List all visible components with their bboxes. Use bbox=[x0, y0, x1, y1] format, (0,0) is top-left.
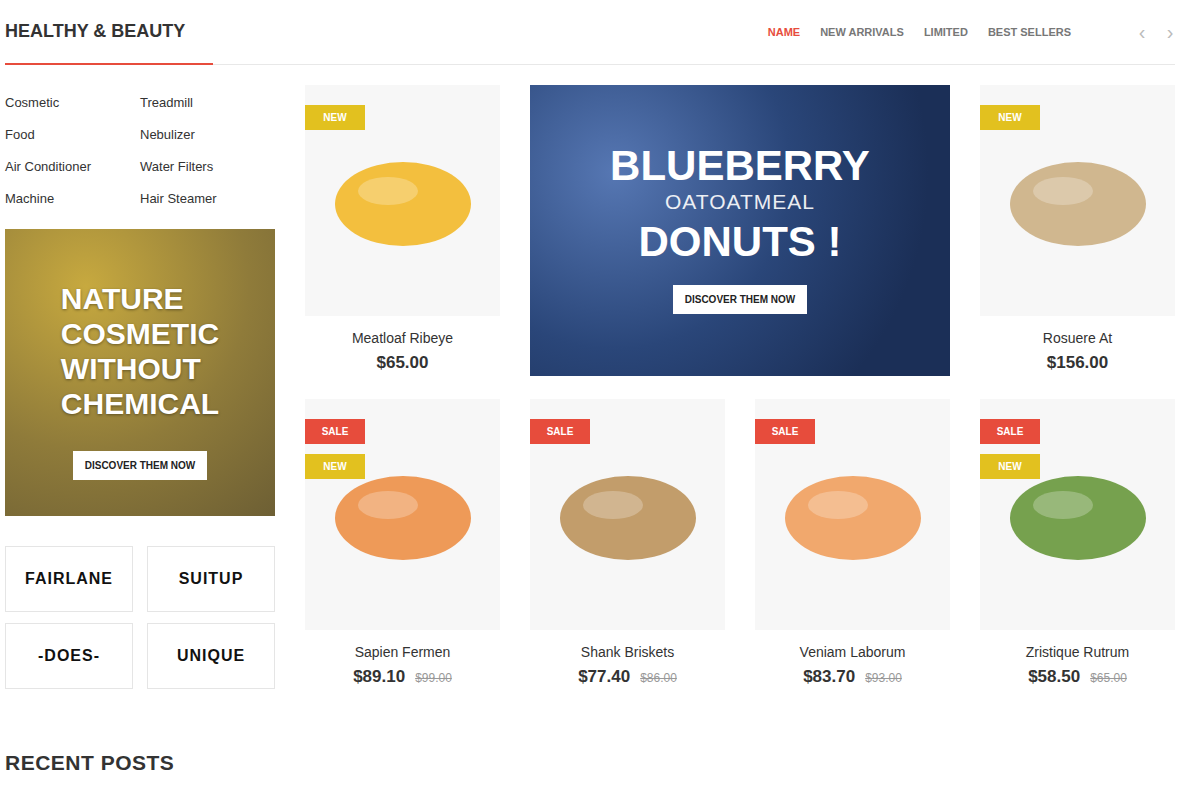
feature-banner[interactable]: BLUEBERRY OATOATMEAL DONUTS ! DISCOVER T… bbox=[530, 85, 950, 376]
category-item[interactable]: Hair Steamer bbox=[140, 189, 275, 209]
product-image[interactable]: SALE NEW bbox=[305, 399, 500, 630]
product-name[interactable]: Rosuere At bbox=[1043, 328, 1112, 348]
product-image[interactable]: SALE bbox=[755, 399, 950, 630]
product-badge: NEW bbox=[305, 105, 365, 130]
product-image[interactable]: SALE NEW bbox=[980, 399, 1175, 630]
product-photo-icon bbox=[328, 146, 478, 256]
category-item[interactable]: Nebulizer bbox=[140, 125, 275, 145]
product-badge: SALE bbox=[530, 419, 590, 444]
discover-button[interactable]: DISCOVER THEM NOW bbox=[73, 451, 208, 480]
category-item[interactable]: Treadmill bbox=[140, 93, 275, 113]
product-old-price: $86.00 bbox=[640, 667, 677, 689]
product-price: $83.70 bbox=[803, 666, 855, 688]
product-price: $77.40 bbox=[578, 666, 630, 688]
brand-logo[interactable]: SUITUP bbox=[147, 546, 275, 612]
section-title: HEALTHY & BEAUTY bbox=[5, 0, 213, 65]
product-photo-icon bbox=[778, 460, 928, 570]
product-image[interactable]: SALE bbox=[530, 399, 725, 630]
product-badge: NEW bbox=[980, 454, 1040, 479]
recent-posts-title: RECENT POSTS bbox=[5, 751, 1175, 775]
product-price: $65.00 bbox=[377, 352, 429, 374]
tab[interactable]: NEW ARRIVALS bbox=[820, 26, 904, 38]
prev-arrow-icon[interactable]: ‹ bbox=[1137, 22, 1147, 42]
product-card[interactable]: SALE NEW Sapien Fermen $89.10 $99.00 bbox=[305, 399, 500, 689]
product-photo-icon bbox=[1003, 146, 1153, 256]
discover-button[interactable]: DISCOVER THEM NOW bbox=[673, 285, 808, 314]
product-name[interactable]: Shank Briskets bbox=[581, 642, 674, 662]
product-name[interactable]: Sapien Fermen bbox=[355, 642, 451, 662]
product-old-price: $99.00 bbox=[415, 667, 452, 689]
page: HEALTHY & BEAUTY NAME NEW ARRIVALS LIMITED… bbox=[0, 0, 1178, 788]
category-item[interactable]: Air Conditioner bbox=[5, 157, 140, 177]
tab[interactable]: LIMITED bbox=[924, 26, 968, 38]
product-badge: SALE bbox=[755, 419, 815, 444]
product-price: $156.00 bbox=[1047, 352, 1108, 374]
category-item[interactable]: Water Filters bbox=[140, 157, 275, 177]
product-badge: NEW bbox=[305, 454, 365, 479]
category-item[interactable]: Machine bbox=[5, 189, 140, 209]
sidebar: CosmeticTreadmillFoodNebulizerAir Condit… bbox=[5, 85, 275, 689]
product-card[interactable]: SALE Veniam Laborum $83.70 $93.00 bbox=[755, 399, 950, 689]
product-card[interactable]: NEW Rosuere At $156.00 bbox=[980, 85, 1175, 374]
section-header: HEALTHY & BEAUTY NAME NEW ARRIVALS LIMITED… bbox=[5, 0, 1175, 65]
product-name[interactable]: Meatloaf Ribeye bbox=[352, 328, 453, 348]
product-grid: NEW Meatloaf Ribeye $65.00 BLUEBERRY OAT… bbox=[305, 85, 1175, 689]
product-old-price: $93.00 bbox=[865, 667, 902, 689]
product-name[interactable]: Zristique Rutrum bbox=[1026, 642, 1129, 662]
banner-heading: COSMETIC bbox=[61, 316, 219, 351]
banner-heading: NATURE bbox=[61, 281, 219, 316]
category-item[interactable]: Food bbox=[5, 125, 140, 145]
brand-logo[interactable]: UNIQUE bbox=[147, 623, 275, 689]
product-photo-icon bbox=[553, 460, 703, 570]
product-name[interactable]: Veniam Laborum bbox=[800, 642, 906, 662]
banner-headline: DONUTS ! bbox=[639, 219, 842, 265]
next-arrow-icon[interactable]: › bbox=[1165, 22, 1175, 42]
product-image[interactable]: NEW bbox=[305, 85, 500, 316]
banner-title: BLUEBERRY bbox=[610, 143, 870, 189]
product-price: $58.50 bbox=[1028, 666, 1080, 688]
tab-bar: NAME NEW ARRIVALS LIMITED BEST SELLERS ‹ › bbox=[768, 22, 1175, 42]
product-price: $89.10 bbox=[353, 666, 405, 688]
product-badge: SALE bbox=[305, 419, 365, 444]
banner-heading: CHEMICAL bbox=[61, 386, 219, 421]
brand-logo[interactable]: FAIRLANE bbox=[5, 546, 133, 612]
product-card[interactable]: NEW Meatloaf Ribeye $65.00 bbox=[305, 85, 500, 374]
product-card[interactable]: SALE Shank Briskets $77.40 $86.00 bbox=[530, 399, 725, 689]
banner-subtitle: OATOATMEAL bbox=[665, 189, 815, 215]
product-old-price: $65.00 bbox=[1090, 667, 1127, 689]
side-banner[interactable]: NATURECOSMETICWITHOUTCHEMICAL DISCOVER T… bbox=[5, 229, 275, 516]
category-list: CosmeticTreadmillFoodNebulizerAir Condit… bbox=[5, 93, 275, 209]
product-card[interactable]: SALE NEW Zristique Rutrum $58.50 $65.00 bbox=[980, 399, 1175, 689]
product-image[interactable]: NEW bbox=[980, 85, 1175, 316]
banner-heading: WITHOUT bbox=[61, 351, 219, 386]
product-badge: SALE bbox=[980, 419, 1040, 444]
category-item[interactable]: Cosmetic bbox=[5, 93, 140, 113]
brand-grid: FAIRLANESUITUP-DOES-UNIQUE bbox=[5, 546, 275, 689]
tab[interactable]: NAME bbox=[768, 26, 800, 38]
tab[interactable]: BEST SELLERS bbox=[988, 26, 1071, 38]
brand-logo[interactable]: -DOES- bbox=[5, 623, 133, 689]
product-badge: NEW bbox=[980, 105, 1040, 130]
